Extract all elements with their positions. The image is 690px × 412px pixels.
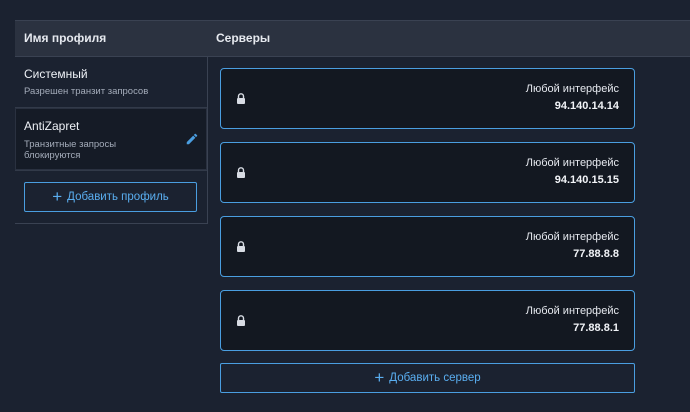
plus-icon: + [52, 187, 63, 206]
lock-icon [237, 93, 245, 104]
server-card[interactable]: Любой интерфейс 94.140.15.15 [220, 142, 635, 203]
profile-name-column-header: Имя профиля [24, 31, 107, 45]
server-ip: 77.88.8.8 [573, 248, 619, 260]
add-server-label: Добавить сервер [389, 372, 481, 384]
profile-description: Транзитные запросы блокируются [24, 139, 117, 161]
server-ip: 77.88.8.1 [573, 322, 619, 334]
profile-item-antizapret[interactable]: AntiZapret Транзитные запросы блокируютс… [15, 108, 207, 171]
server-card[interactable]: Любой интерфейс 77.88.8.1 [220, 290, 635, 351]
server-interface: Любой интерфейс [525, 231, 619, 243]
plus-icon: + [374, 368, 385, 387]
profile-name: Системный [24, 67, 88, 81]
lock-icon [237, 241, 245, 252]
server-card[interactable]: Любой интерфейс 94.140.14.14 [220, 68, 635, 129]
add-server-button[interactable]: + Добавить сервер [220, 363, 635, 393]
add-profile-label: Добавить профиль [67, 191, 169, 203]
profile-list: Системный Разрешен транзит запросов Anti… [15, 57, 208, 224]
server-ip: 94.140.15.15 [554, 174, 619, 186]
lock-icon [237, 167, 245, 178]
add-profile-button[interactable]: + Добавить профиль [24, 182, 197, 212]
table-header: Имя профиля Серверы [15, 20, 690, 57]
lock-icon [237, 315, 245, 326]
server-interface: Любой интерфейс [525, 157, 619, 169]
profile-name: AntiZapret [24, 119, 80, 133]
pencil-icon[interactable] [185, 132, 199, 146]
server-interface: Любой интерфейс [525, 305, 619, 317]
profile-item-system[interactable]: Системный Разрешен транзит запросов [15, 57, 207, 108]
profile-description: Разрешен транзит запросов [24, 86, 149, 97]
server-card[interactable]: Любой интерфейс 77.88.8.8 [220, 216, 635, 277]
server-interface: Любой интерфейс [525, 83, 619, 95]
server-ip: 94.140.14.14 [554, 100, 619, 112]
servers-column-header: Серверы [216, 31, 271, 45]
